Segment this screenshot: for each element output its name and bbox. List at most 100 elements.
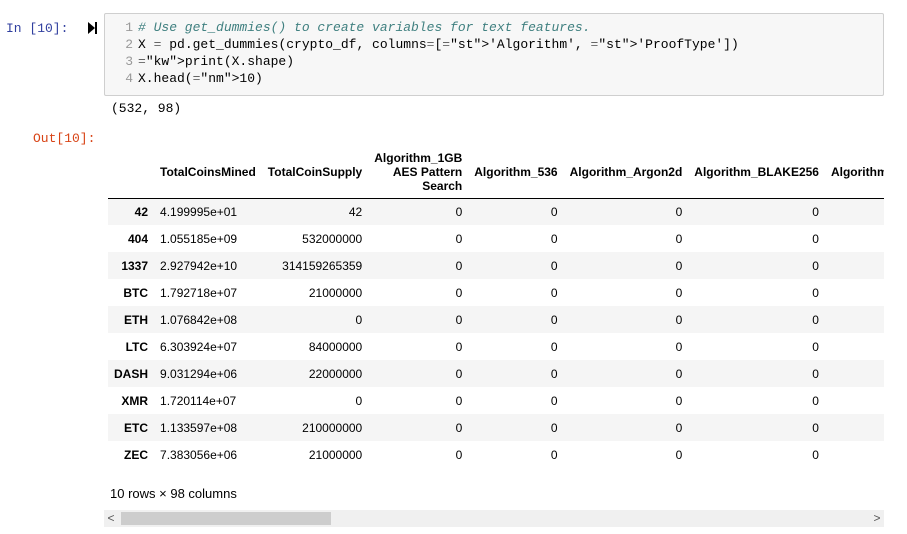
- column-header: Algorithm_1GB AES Pattern Search: [374, 150, 463, 193]
- table-cell: 0: [812, 285, 819, 300]
- row-index: 404: [127, 231, 149, 246]
- table-cell: 0: [455, 204, 463, 219]
- table-cell: 0: [812, 393, 819, 408]
- table-row: BTC 1.792718e+07 21000000 0 0 0 0: [108, 279, 884, 306]
- table-cell: 0: [455, 312, 463, 327]
- row-index: ZEC: [124, 447, 149, 462]
- table-cell: 0: [550, 447, 558, 462]
- table-cell: 0: [455, 366, 463, 381]
- table-cell: 0: [675, 339, 683, 354]
- table-cell: [825, 279, 884, 306]
- horizontal-scrollbar[interactable]: < >: [104, 510, 884, 527]
- row-index: XMR: [121, 393, 149, 408]
- table-cell: 0: [812, 312, 819, 327]
- stdout-output: (532, 98): [111, 101, 182, 116]
- table-cell: 0: [455, 420, 463, 435]
- table-cell: 0: [675, 393, 683, 408]
- table-cell: 21000000: [308, 447, 363, 462]
- scrollbar-thumb[interactable]: [121, 512, 331, 525]
- code-editor[interactable]: 1 # Use get_dummies() to create variables…: [104, 13, 884, 96]
- table-cell: 2.927942e+10: [160, 258, 238, 273]
- table-cell: 4.199995e+01: [160, 204, 238, 219]
- row-index: DASH: [114, 366, 149, 381]
- table-cell: 0: [550, 204, 558, 219]
- row-index: LTC: [125, 339, 149, 354]
- row-index: ETC: [124, 420, 149, 435]
- scroll-right-icon[interactable]: >: [870, 510, 884, 527]
- table-cell: 0: [455, 285, 463, 300]
- code-line-3: 3 ="kw">print(X.shape): [125, 54, 295, 69]
- table-cell: 0: [675, 447, 683, 462]
- table-row: XMR 1.720114e+07 0 0 0 0 0: [108, 387, 884, 414]
- table-cell: 0: [812, 366, 819, 381]
- table-cell: 0: [812, 339, 819, 354]
- table-cell: 1.720114e+07: [160, 393, 237, 408]
- dataframe-output: TotalCoinsMined TotalCoinSupply Algorithm_…: [108, 146, 884, 470]
- table-cell: 0: [675, 204, 683, 219]
- column-header: Algorithm_536: [474, 164, 558, 179]
- table-cell: 9.031294e+06: [160, 366, 238, 381]
- table-cell: 21000000: [308, 285, 363, 300]
- table-cell: 0: [550, 258, 558, 273]
- table-cell: 6.303924e+07: [160, 339, 238, 354]
- table-cell: 0: [675, 258, 683, 273]
- code-line-4: 4 X.head(="nm">10): [125, 71, 263, 86]
- table-cell: [825, 414, 884, 441]
- code-line-2: 2X = pd.get_dummies(crypto_df, columns=[…: [125, 37, 739, 52]
- table-cell: 0: [455, 447, 463, 462]
- run-cell-icon[interactable]: [88, 22, 98, 34]
- table-cell: 0: [355, 393, 363, 408]
- table-cell: 0: [550, 339, 558, 354]
- table-row: LTC 6.303924e+07 84000000 0 0 0 0: [108, 333, 884, 360]
- table-row: DASH 9.031294e+06 22000000 0 0 0 0: [108, 360, 884, 387]
- dataframe-table: TotalCoinsMined TotalCoinSupply Algorithm_…: [108, 146, 884, 468]
- table-cell: 0: [812, 204, 819, 219]
- index-header: [108, 146, 154, 198]
- table-cell: 42: [348, 204, 363, 219]
- input-prompt: In [10]:: [6, 21, 69, 36]
- column-header: TotalCoinsMined: [160, 164, 256, 179]
- table-cell: 0: [550, 312, 558, 327]
- shape-summary: 10 rows × 98 columns: [110, 486, 237, 501]
- table-cell: 0: [675, 231, 683, 246]
- column-header: Algorithm_Argon2d: [569, 164, 683, 179]
- table-cell: 0: [455, 258, 463, 273]
- table-row: ETC 1.133597e+08 210000000 0 0 0 0: [108, 414, 884, 441]
- row-index: 42: [134, 204, 149, 219]
- table-cell: 1.792718e+07: [160, 285, 238, 300]
- table-cell: 0: [550, 393, 558, 408]
- table-cell: 0: [675, 420, 683, 435]
- table-cell: 1.055185e+09: [160, 231, 238, 246]
- table-cell: 0: [455, 339, 463, 354]
- code-line-1: 1 # Use get_dummies() to create variables…: [125, 20, 591, 35]
- table-row: 1337 2.927942e+10 314159265359 0 0 0 0: [108, 252, 884, 279]
- table-cell: [825, 360, 884, 387]
- output-prompt: Out[10]:: [33, 131, 96, 146]
- scroll-left-icon[interactable]: <: [104, 510, 118, 527]
- table-cell: [825, 306, 884, 333]
- table-cell: 532000000: [302, 231, 363, 246]
- table-cell: [825, 387, 884, 414]
- table-cell: 0: [675, 285, 683, 300]
- column-header: Algorithm_BLAKE256: [694, 164, 819, 179]
- table-cell: [825, 225, 884, 252]
- table-cell: 1.133597e+08: [160, 420, 238, 435]
- table-cell: 7.383056e+06: [160, 447, 238, 462]
- table-cell: 22000000: [308, 366, 363, 381]
- table-cell: 0: [550, 420, 558, 435]
- table-cell: 210000000: [302, 420, 363, 435]
- table-cell: [825, 333, 884, 360]
- table-cell: 0: [812, 258, 819, 273]
- table-cell: 84000000: [308, 339, 363, 354]
- row-index: 1337: [121, 258, 149, 273]
- table-cell: 0: [455, 231, 463, 246]
- header-row: TotalCoinsMined TotalCoinSupply Algorithm_…: [108, 146, 884, 198]
- table-row: ZEC 7.383056e+06 21000000 0 0 0 0: [108, 441, 884, 468]
- table-cell: 0: [550, 366, 558, 381]
- table-cell: [825, 198, 884, 225]
- table-cell: 314159265359: [282, 258, 363, 273]
- column-header: Algorithm_Bl: [830, 164, 884, 179]
- table-cell: 0: [675, 312, 683, 327]
- row-index: BTC: [123, 285, 149, 300]
- table-cell: 0: [550, 285, 558, 300]
